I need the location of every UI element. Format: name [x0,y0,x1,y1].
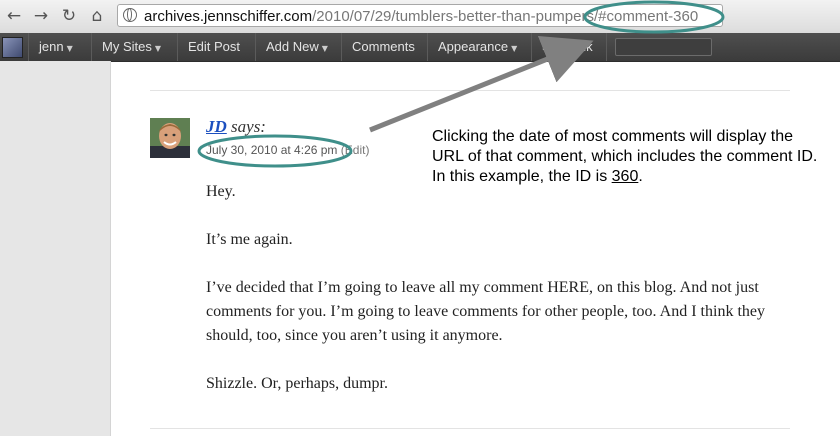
browser-toolbar: ← → ↻ ⌂ archives.jennschiffer.com/2010/0… [0,0,840,34]
user-avatar-icon[interactable] [2,37,23,58]
comment-date-link[interactable]: July 30, 2010 at 4:26 pm [206,143,337,157]
admin-bar-edit-post[interactable]: Edit Post [177,33,255,61]
comment-meta: July 30, 2010 at 4:26 pm (Edit) [206,143,369,157]
admin-bar-label: Shortlink [542,39,593,54]
comment-edit-link[interactable]: (Edit) [341,143,370,157]
annotation-text: Clicking the date of most comments will … [432,127,822,187]
admin-bar-search-input[interactable] [615,38,712,56]
url-path: /2010/07/29/tumblers-better-than-pumpers… [312,8,699,25]
annotation-id: 360 [611,168,639,185]
globe-icon [123,8,137,22]
address-bar[interactable]: archives.jennschiffer.com/2010/07/29/tum… [117,4,723,27]
admin-bar-comments[interactable]: Comments [341,33,427,61]
comment-author-line: JD says: [206,117,266,137]
admin-bar-user[interactable]: jenn ▼ [28,33,91,61]
chevron-down-icon: ▼ [511,44,518,53]
back-icon[interactable]: ← [4,6,24,26]
avatar [150,118,190,158]
forward-icon[interactable]: → [31,6,51,26]
url-host: archives.jennschiffer.com [144,8,313,25]
comment-author-link[interactable]: JD [206,117,227,136]
divider [150,428,790,429]
chevron-down-icon: ▼ [66,44,73,53]
admin-bar-label: Comments [352,39,415,54]
wp-admin-bar: jenn ▼ My Sites ▼ Edit Post Add New ▼ Comme… [0,33,840,62]
chevron-down-icon: ▼ [154,44,161,53]
admin-bar-label: Add New [266,39,319,54]
divider [150,90,790,91]
admin-bar-shortlink[interactable]: Shortlink [531,33,607,61]
says-label: says: [226,117,266,136]
address-bar-url[interactable]: archives.jennschiffer.com/2010/07/29/tum… [144,8,698,25]
comment-paragraph: I’ve decided that I’m going to leave all… [206,279,765,344]
home-icon[interactable]: ⌂ [87,6,107,26]
comment-paragraph: Shizzle. Or, perhaps, dumpr. [206,375,388,392]
admin-bar-label: Appearance [438,39,509,54]
admin-bar-my-sites[interactable]: My Sites ▼ [91,33,177,61]
admin-bar-add-new[interactable]: Add New ▼ [255,33,341,61]
admin-bar-label: My Sites [102,39,152,54]
page-left-gutter [0,61,111,436]
annotation-end: . [638,168,643,185]
comment-paragraph: It’s me again. [206,231,293,248]
chevron-down-icon: ▼ [321,44,328,53]
reload-icon[interactable]: ↻ [59,6,79,26]
admin-bar-user-label: jenn [39,39,64,54]
admin-bar-label: Edit Post [188,39,241,54]
admin-bar-appearance[interactable]: Appearance ▼ [427,33,531,61]
comment-body: Hey. It’s me again. I’ve decided that I’… [206,180,806,420]
